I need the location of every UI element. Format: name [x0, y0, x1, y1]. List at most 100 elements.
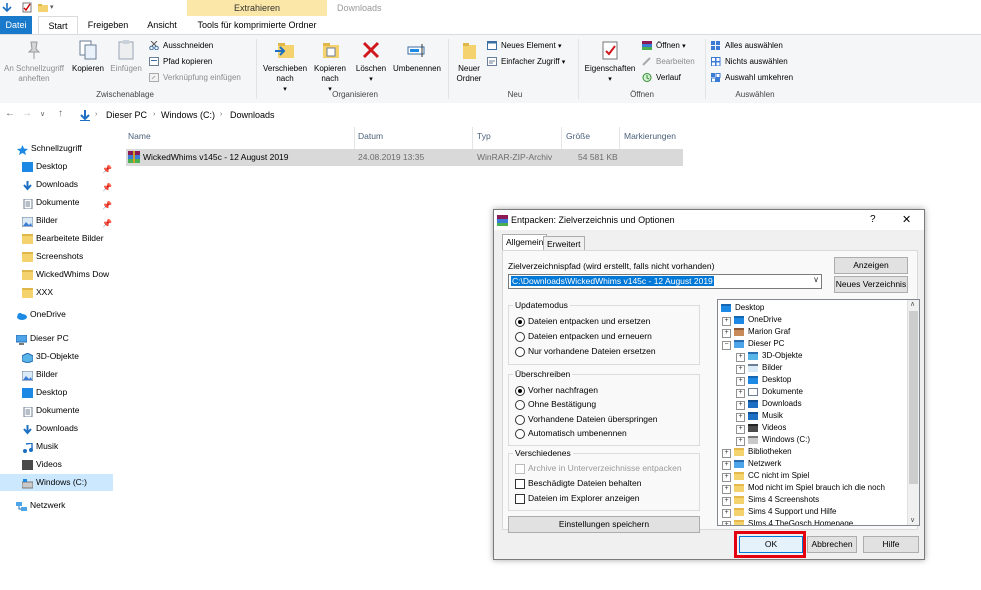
expand-plus-icon[interactable]: +: [736, 389, 745, 398]
tab-allgemein[interactable]: Allgemein: [502, 234, 548, 251]
show-button[interactable]: Anzeigen: [834, 257, 908, 274]
back-arrow-icon[interactable]: ←: [5, 108, 15, 119]
nav-pc-desktop[interactable]: Desktop: [0, 384, 113, 401]
paste-shortcut-button[interactable]: Verknüpfung einfügen: [149, 71, 241, 84]
down-arrow-icon[interactable]: [2, 2, 12, 13]
folder-tree[interactable]: Desktop + OneDrive + Marion Graf − Dieser P…: [717, 299, 920, 526]
delete-button[interactable]: Löschen ▾: [354, 39, 388, 85]
nav-quick-xxx[interactable]: XXX: [0, 284, 113, 301]
radio-refresh-existing[interactable]: Nur vorhandene Dateien ersetzen: [515, 345, 656, 358]
radio-skip-existing[interactable]: Vorhandene Dateien überspringen: [515, 413, 658, 426]
nav-pc-downloads[interactable]: Downloads: [0, 420, 113, 437]
expand-plus-icon[interactable]: +: [722, 317, 731, 326]
column-separator[interactable]: [619, 127, 620, 149]
scroll-down-icon[interactable]: ∨: [910, 516, 915, 524]
forward-arrow-icon[interactable]: →: [22, 108, 32, 119]
edit-button[interactable]: Bearbeiten: [642, 55, 695, 68]
expand-plus-icon[interactable]: +: [722, 485, 731, 494]
copy-button[interactable]: Kopieren: [70, 39, 106, 74]
recent-locations-chevron-icon[interactable]: ∨: [40, 110, 45, 118]
nav-pc-bilder[interactable]: Bilder: [0, 366, 113, 383]
properties-button[interactable]: Eigenschaften ▾: [582, 39, 638, 85]
checkbox-keep-broken[interactable]: Beschädigte Dateien behalten: [515, 477, 641, 490]
help-question-button[interactable]: ?: [870, 214, 876, 225]
nav-pc-dokumente[interactable]: Dokumente: [0, 402, 113, 419]
rename-button[interactable]: Umbenennen: [390, 39, 444, 74]
tab-freigeben[interactable]: Freigeben: [82, 16, 134, 34]
radio-without-prompt[interactable]: Ohne Bestätigung: [515, 398, 596, 411]
expand-plus-icon[interactable]: +: [736, 353, 745, 362]
column-separator[interactable]: [354, 127, 355, 149]
column-header-name[interactable]: Name: [128, 131, 151, 141]
expand-plus-icon[interactable]: +: [722, 497, 731, 506]
nav-pc-windows-c[interactable]: Windows (C:): [0, 474, 113, 491]
expand-plus-icon[interactable]: +: [722, 449, 731, 458]
cancel-button[interactable]: Abbrechen: [807, 536, 857, 553]
column-header-date[interactable]: Datum: [358, 131, 383, 141]
select-none-button[interactable]: Nichts auswählen: [711, 55, 788, 68]
nav-quick-wickedwhims[interactable]: WickedWhims Dow: [0, 266, 113, 283]
breadcrumb-downloads[interactable]: Downloads: [230, 107, 275, 123]
new-folder-button[interactable]: Neuer Ordner: [451, 39, 487, 84]
expand-plus-icon[interactable]: +: [736, 425, 745, 434]
tab-start[interactable]: Start: [38, 16, 78, 35]
nav-quick-access[interactable]: Schnellzugriff: [0, 140, 113, 157]
expand-plus-icon[interactable]: +: [736, 401, 745, 410]
expand-plus-icon[interactable]: +: [722, 329, 731, 338]
expand-plus-icon[interactable]: +: [722, 521, 731, 525]
expand-plus-icon[interactable]: +: [736, 437, 745, 446]
scroll-up-icon[interactable]: ∧: [910, 300, 915, 308]
radio-ask-before[interactable]: Vorher nachfragen: [515, 384, 598, 397]
address-box[interactable]: › Dieser PC › Windows (C:) › Downloads: [76, 106, 978, 124]
pin-quick-access-button[interactable]: An Schnellzugriff anheften: [2, 39, 66, 84]
scroll-thumb[interactable]: [909, 311, 918, 484]
nav-pc-videos[interactable]: Videos: [0, 456, 113, 473]
column-header-type[interactable]: Typ: [477, 131, 491, 141]
nav-this-pc[interactable]: Dieser PC: [0, 330, 113, 347]
path-combobox[interactable]: C:\Downloads\WickedWhims v145c - 12 Augu…: [508, 274, 822, 289]
new-folder-button[interactable]: Neues Verzeichnis: [834, 276, 908, 293]
nav-pc-musik[interactable]: Musik: [0, 438, 113, 455]
copy-to-button[interactable]: Kopieren nach ▾: [310, 39, 350, 95]
nav-quick-downloads[interactable]: Downloads 📌: [0, 176, 113, 193]
invert-selection-button[interactable]: Auswahl umkehren: [711, 71, 793, 84]
help-button[interactable]: Hilfe: [863, 536, 919, 553]
expand-plus-icon[interactable]: +: [722, 473, 731, 482]
cut-button[interactable]: Ausschneiden: [149, 39, 213, 52]
folder-icon[interactable]: [38, 2, 48, 13]
tab-erweitert[interactable]: Erweitert: [543, 236, 585, 251]
nav-network[interactable]: Netzwerk: [0, 497, 113, 514]
tab-ansicht[interactable]: Ansicht: [140, 16, 184, 34]
expand-plus-icon[interactable]: +: [722, 461, 731, 470]
easy-access-button[interactable]: Einfacher Zugriff ▾: [487, 55, 565, 68]
nav-quick-bilder[interactable]: Bilder 📌: [0, 212, 113, 229]
quick-access-dropdown-icon[interactable]: ▾: [50, 3, 54, 11]
radio-extract-replace[interactable]: Dateien entpacken und ersetzen: [515, 315, 650, 328]
open-button[interactable]: Öffnen ▾: [642, 39, 686, 52]
up-arrow-icon[interactable]: ↑: [58, 108, 63, 119]
paste-button[interactable]: Einfügen: [108, 39, 144, 74]
tab-tools-komprimierte-ordner[interactable]: Tools für komprimierte Ordner: [190, 16, 324, 34]
select-all-button[interactable]: Alles auswählen: [711, 39, 783, 52]
expand-plus-icon[interactable]: +: [736, 377, 745, 386]
history-button[interactable]: Verlauf: [642, 71, 681, 84]
expand-plus-icon[interactable]: +: [736, 413, 745, 422]
nav-quick-screenshots[interactable]: Screenshots: [0, 248, 113, 265]
new-item-button[interactable]: Neues Element ▾: [487, 39, 561, 52]
close-icon[interactable]: ✕: [902, 213, 911, 226]
checkbox-extract-subfolders[interactable]: Archive in Unterverzeichnisse entpacken: [515, 462, 682, 475]
nav-onedrive[interactable]: OneDrive: [0, 306, 113, 323]
tree-scrollbar[interactable]: ∧ ∨: [907, 300, 919, 525]
checkbox-show-in-explorer[interactable]: Dateien im Explorer anzeigen: [515, 492, 640, 505]
breadcrumb-windows-c[interactable]: Windows (C:): [161, 107, 215, 123]
nav-pc-3d-objekte[interactable]: 3D-Objekte: [0, 348, 113, 365]
radio-extract-update[interactable]: Dateien entpacken und erneuern: [515, 330, 652, 343]
column-separator[interactable]: [561, 127, 562, 149]
save-settings-button[interactable]: Einstellungen speichern: [508, 516, 700, 533]
nav-quick-bearbeitete-bilder[interactable]: Bearbeitete Bilder: [0, 230, 113, 247]
table-row[interactable]: WickedWhims v145c - 12 August 2019 24.08…: [126, 149, 683, 166]
move-to-button[interactable]: Verschieben nach ▾: [260, 39, 310, 95]
dropdown-chevron-icon[interactable]: ∨: [813, 275, 819, 284]
tab-datei[interactable]: Datei: [0, 16, 32, 34]
radio-auto-rename[interactable]: Automatisch umbenennen: [515, 427, 627, 440]
